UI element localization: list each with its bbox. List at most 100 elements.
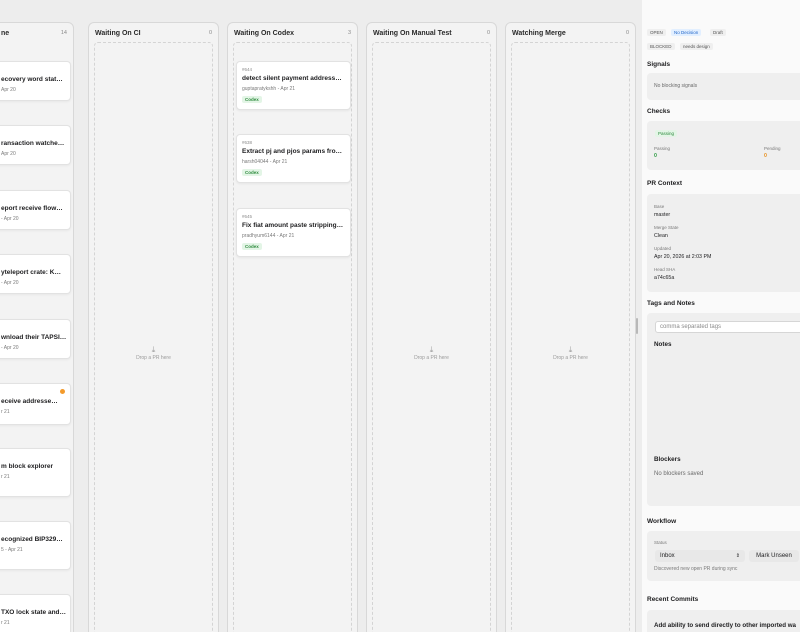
status-value: Inbox [660,553,675,559]
pr-card[interactable]: m block explorer r 21 [0,448,71,497]
tags-input[interactable]: comma separated tags [655,321,800,333]
column-header: Waiting On Codex 3 [228,23,357,43]
merge-state-label: Merge State [654,225,679,230]
pr-context-box: Base master Merge State Clean Updated Ap… [647,194,800,292]
column-watching-merge: Watching Merge 0 ⤓ Drop a PR here [505,22,636,632]
card-title: ecognized BIP329… [1,536,63,543]
card-title: ransaction watche… [1,140,65,147]
tag-pill: needs design [680,43,713,50]
pr-card[interactable]: wnload their TAPSI… - Apr 20 [0,319,71,359]
pending-label: Pending [764,146,781,151]
status-select[interactable]: Inbox ⇕ [655,550,745,562]
pr-card[interactable]: #645 Fix fiat amount paste stripping… pr… [236,208,351,257]
pr-card[interactable]: ransaction watche… Apr 20 [0,125,71,165]
download-arrow-icon: ⤓ [568,345,573,354]
pr-card[interactable]: ecovery word stat… Apr 20 [0,61,71,101]
drop-zone[interactable]: ⤓ Drop a PR here [372,42,491,632]
card-title: yteleport crate: K… [1,269,61,276]
codex-badge: Codex [242,169,262,176]
card-meta: Apr 20 [1,151,16,157]
card-meta: guptapratykshh - Apr 21 [242,86,296,92]
head-sha-value: a74c65a [654,275,675,281]
checks-box: Passing Passing 0 Pending 0 [647,121,800,170]
card-title: wnload their TAPSI… [1,334,67,341]
signals-title: Signals [647,61,671,68]
notes-textarea[interactable] [654,350,800,450]
column-header: ne 14 [0,23,73,43]
column-header: Waiting On CI 0 [89,23,218,43]
column-count: 14 [60,30,67,36]
card-title: m block explorer [1,463,54,470]
download-arrow-icon: ⤓ [151,345,156,354]
kanban-board: ne 14 ecovery word stat… Apr 20 ransacti… [0,0,642,632]
checks-title: Checks [647,108,671,115]
pr-number: #644 [242,67,253,72]
mark-unseen-button[interactable]: Mark Unseen [749,550,799,562]
panel-resize-handle[interactable] [636,318,638,334]
base-value: master [654,212,671,218]
pr-card[interactable]: eceive addresse… r 21 [0,383,71,425]
base-label: Base [654,204,665,209]
passing-label: Passing [654,146,671,151]
column-waiting-on-codex: Waiting On Codex 3 #644 detect silent pa… [227,22,358,632]
card-meta: r 21 [1,620,10,626]
notes-label: Notes [654,341,672,348]
activity-dot [60,389,65,394]
pr-card[interactable]: eport receive flow… - Apr 20 [0,190,71,230]
workflow-box: Status Inbox ⇕ Mark Unseen Discovered ne… [647,531,800,581]
drop-zone[interactable]: ⤓ Drop a PR here [511,42,630,632]
pending-count: 0 [764,153,767,159]
pr-card[interactable]: TXO lock state and… r 21 [0,594,71,632]
pr-detail-panel: OPEN No Decision Draft BLOCKED needs des… [642,0,800,632]
column-title: Waiting On Codex [234,29,295,37]
card-meta: r 21 [1,409,10,415]
workflow-title: Workflow [647,518,677,525]
tags-notes-title: Tags and Notes [647,300,695,307]
card-meta: - Apr 20 [1,280,19,286]
status-label: Status [654,540,667,545]
blockers-label: Blockers [654,456,681,463]
card-meta: Apr 20 [1,87,16,93]
blockers-text: No blockers saved [654,471,704,477]
state-pill: OPEN [647,29,666,36]
drop-hint: ⤓ Drop a PR here [95,345,212,361]
commit-message: Add ability to send directly to other im… [654,622,796,629]
pr-card[interactable]: #644 detect silent payment address… gupt… [236,61,351,110]
card-meta: pradhyum6144 - Apr 21 [242,233,295,239]
card-title: Extract pj and pjos params fro… [242,148,343,155]
drop-text: Drop a PR here [136,355,171,361]
updated-value: Apr 20, 2026 at 2:03 PM [654,254,712,260]
column-title: Waiting On CI [95,29,141,37]
card-title: TXO lock state and… [1,609,67,616]
tags-notes-box: comma separated tags Notes Blockers No b… [647,313,800,506]
pr-card[interactable]: #638 Extract pj and pjos params fro… har… [236,134,351,183]
pr-context-title: PR Context [647,180,683,187]
column-title: ne [1,29,10,37]
card-meta: harsh04044 - Apr 21 [242,159,288,165]
codex-badge: Codex [242,96,262,103]
signals-text: No blocking signals [654,83,698,89]
drop-text: Drop a PR here [553,355,588,361]
pr-card[interactable]: ecognized BIP329… 5 - Apr 21 [0,521,71,570]
passing-count: 0 [654,153,657,159]
card-title: Fix fiat amount paste stripping… [242,222,344,229]
column-count: 3 [347,30,351,36]
workflow-note: Discovered new open PR during sync [654,566,738,572]
card-title: eceive addresse… [1,398,58,405]
pr-number: #645 [242,214,253,219]
draft-pill: Draft [710,29,726,36]
card-meta: r 21 [1,474,10,480]
card-meta: 5 - Apr 21 [1,547,23,553]
recent-commits-box: Add ability to send directly to other im… [647,610,800,632]
decision-pill: No Decision [671,29,702,36]
pr-card[interactable]: yteleport crate: K… - Apr 20 [0,254,71,294]
head-sha-label: Head SHA [654,267,676,272]
updated-label: Updated [654,246,672,251]
drop-zone[interactable] [233,42,352,632]
column-header: Waiting On Manual Test 0 [367,23,496,43]
column-title: Watching Merge [512,29,566,37]
pr-number: #638 [242,140,253,145]
drop-zone[interactable]: ⤓ Drop a PR here [94,42,213,632]
column-count: 0 [625,30,629,36]
drop-hint: ⤓ Drop a PR here [373,345,490,361]
